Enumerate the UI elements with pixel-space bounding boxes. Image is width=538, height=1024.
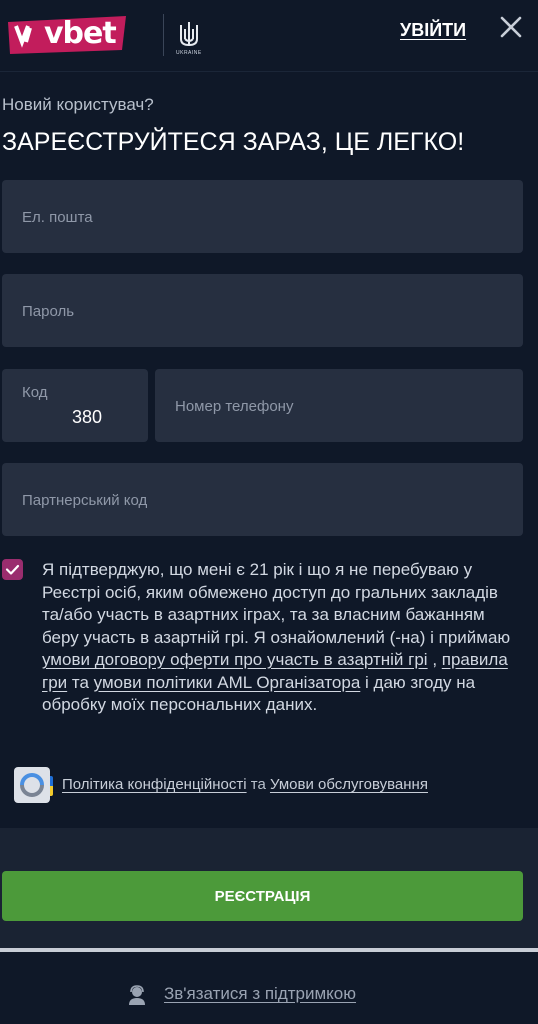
email-placeholder: Ел. пошта (22, 209, 93, 226)
form-title: ЗАРЕЄСТРУЙТЕСЯ ЗАРАЗ, ЦЕ ЛЕГКО! (2, 128, 465, 156)
support-link[interactable]: Зв'язатися з підтримкою (164, 984, 356, 1004)
phone-placeholder: Номер телефону (175, 398, 294, 415)
aml-policy-link[interactable]: умови політики AML Організатора (94, 673, 361, 692)
code-label: Код (22, 384, 48, 401)
partner-placeholder: Партнерський код (22, 492, 148, 509)
consent-checkbox[interactable] (2, 559, 23, 580)
login-link[interactable]: УВІЙТИ (400, 20, 466, 41)
support-agent-icon (129, 985, 145, 1005)
password-field[interactable]: Пароль (2, 274, 523, 347)
policy-and: та (246, 776, 270, 793)
consent-text-2: , (427, 650, 442, 669)
logo-divider (163, 14, 164, 56)
policy-links: Політика конфіденційності та Умови обслу… (62, 776, 428, 793)
consent-text-3: та (67, 672, 94, 692)
password-placeholder: Пароль (22, 303, 75, 320)
code-value: 380 (72, 407, 103, 427)
register-button[interactable]: РЕЄСТРАЦІЯ (2, 871, 523, 921)
form-subtitle: Новий користувач? (2, 95, 154, 114)
terms-of-service-link[interactable]: Умови обслуговування (270, 776, 428, 793)
header: vbet UKRAINE УВІЙТИ (0, 0, 538, 72)
partner-code-field[interactable]: Партнерський код (2, 463, 523, 536)
email-field[interactable]: Ел. пошта (2, 180, 523, 253)
country-code-selector[interactable]: Код 380 (2, 369, 148, 796)
consent-text: Я підтверджую, що мені є 21 рік і що я н… (42, 559, 522, 717)
consent-text-1: Я підтверджую, що мені є 21 рік і що я н… (42, 560, 511, 647)
close-icon[interactable] (498, 14, 524, 40)
recaptcha-icon (14, 767, 50, 803)
emblem-caption: UKRAINE (176, 50, 202, 56)
checkmark-icon (5, 564, 20, 575)
logo-text: vbet (44, 16, 117, 51)
offer-terms-link[interactable]: умови договору оферти про участь в азарт… (42, 650, 428, 669)
vbet-logo[interactable]: vbet (6, 14, 130, 56)
privacy-policy-link[interactable]: Політика конфіденційності (62, 776, 247, 793)
phone-field[interactable]: Номер телефону (155, 369, 523, 442)
